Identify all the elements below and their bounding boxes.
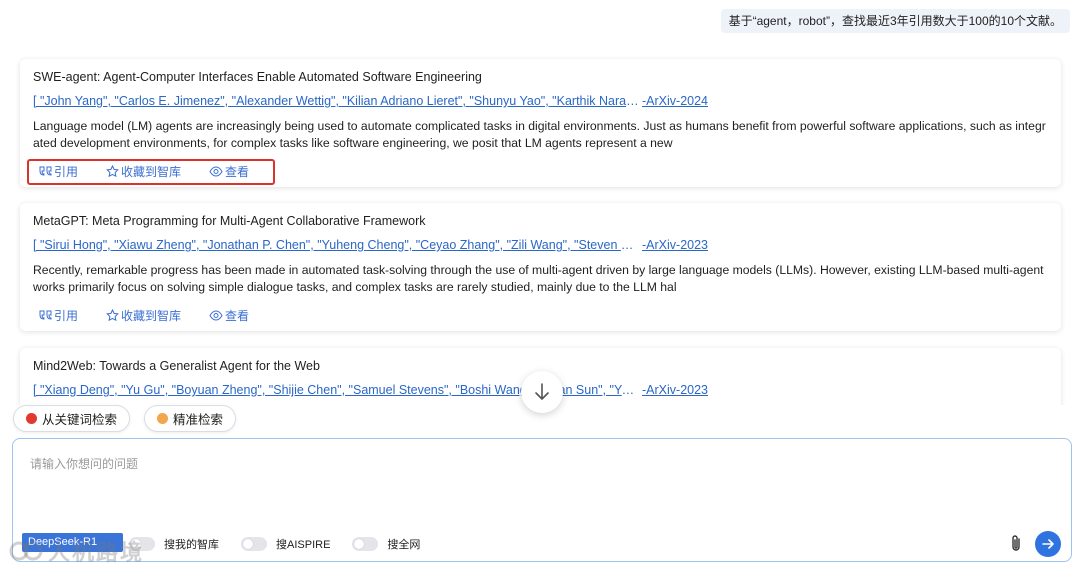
view-label: 查看 — [225, 308, 250, 323]
search-toggles: 搜我的智库 搜AISPIRE 搜全网 — [129, 536, 442, 552]
result-source-link[interactable]: -ArXiv-2023 — [642, 237, 708, 254]
paperclip-icon[interactable] — [1007, 534, 1025, 554]
cite-button[interactable]: 引用 — [39, 307, 78, 324]
result-source-link[interactable]: -ArXiv-2023 — [642, 382, 708, 399]
quote-icon — [39, 310, 52, 320]
result-meta: [ "John Yang", "Carlos E. Jimenez", "Ale… — [33, 93, 1048, 110]
arrow-down-icon — [535, 383, 549, 400]
result-title: MetaGPT: Meta Programming for Multi-Agen… — [33, 214, 426, 228]
eye-icon — [209, 309, 223, 321]
chip-keyword-search[interactable]: 从关键词检索 — [13, 405, 131, 432]
save-to-library-button[interactable]: 收藏到智库 — [106, 307, 181, 324]
toggle-label: 搜全网 — [387, 539, 421, 551]
watermark-text: 人机路境 — [48, 540, 145, 565]
scroll-down-button[interactable] — [521, 371, 563, 413]
arrow-right-icon — [1042, 539, 1054, 549]
result-source-link[interactable]: -ArXiv-2024 — [642, 93, 708, 110]
chip-precise-search[interactable]: 精准检索 — [144, 405, 237, 432]
star-icon — [106, 308, 119, 321]
user-query-bubble: 基于“agent，robot”，查找最近3年引用数大于100的10个文献。 — [720, 9, 1070, 33]
result-actions: 引用 收藏到智库 查看 — [33, 302, 1048, 328]
toggle-aispire[interactable] — [241, 537, 267, 551]
send-button[interactable] — [1035, 531, 1061, 557]
toggle-web[interactable] — [352, 537, 379, 551]
chip-label: 精准检索 — [173, 413, 224, 427]
chip-label: 从关键词检索 — [42, 413, 118, 427]
result-abstract: Recently, remarkable progress has been m… — [33, 263, 1044, 294]
cite-label: 引用 — [54, 308, 79, 323]
highlight-box — [27, 159, 275, 185]
toggle-label: 搜AISPIRE — [276, 539, 331, 551]
result-authors-link[interactable]: [ "John Yang", "Carlos E. Jimenez", "Ale… — [33, 93, 640, 110]
toggle-label: 搜我的智库 — [164, 539, 219, 551]
result-meta: [ "Sirui Hong", "Xiawu Zheng", "Jonathan… — [33, 237, 1048, 254]
question-input[interactable] — [30, 457, 930, 471]
result-authors-link[interactable]: [ "Sirui Hong", "Xiawu Zheng", "Jonathan… — [33, 237, 640, 254]
watermark: 人机路境 — [8, 535, 144, 567]
orange-dot-icon — [157, 413, 168, 424]
result-card: MetaGPT: Meta Programming for Multi-Agen… — [20, 203, 1061, 331]
watermark-logo-icon — [9, 541, 43, 561]
result-card: SWE-agent: Agent-Computer Interfaces Ena… — [20, 59, 1061, 187]
results-list[interactable]: SWE-agent: Agent-Computer Interfaces Ena… — [0, 50, 1080, 405]
save-label: 收藏到智库 — [121, 308, 182, 323]
view-button[interactable]: 查看 — [209, 307, 249, 324]
red-dot-icon — [26, 413, 37, 424]
composer: DeepSeek-R1 搜我的智库 搜AISPIRE 搜全网 — [12, 438, 1072, 562]
result-abstract: Language model (LM) agents are increasin… — [33, 119, 1046, 150]
result-title: SWE-agent: Agent-Computer Interfaces Ena… — [33, 70, 482, 84]
